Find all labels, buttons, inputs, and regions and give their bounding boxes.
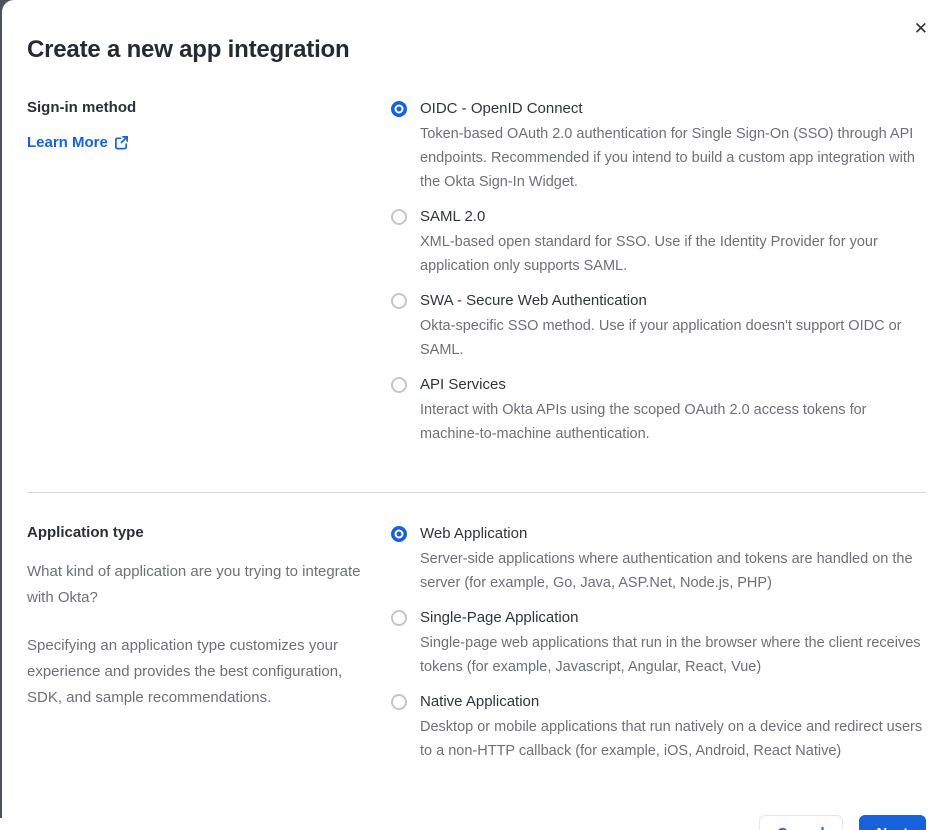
section-divider: [27, 492, 926, 493]
application-type-options: Web Application Server-side applications…: [391, 523, 926, 775]
application-type-note: Specifying an application type customize…: [27, 637, 343, 706]
option-description: Interact with Okta APIs using the scoped…: [420, 402, 867, 442]
option-description: Single-page web applications that run in…: [420, 635, 921, 675]
application-type-heading: Application type: [27, 524, 144, 541]
option-text: Native Application Desktop or mobile app…: [420, 691, 926, 763]
learn-more-link[interactable]: Learn More: [27, 134, 129, 151]
option-label: Web Application: [420, 525, 528, 542]
next-button[interactable]: Next: [858, 815, 926, 830]
radio-option-oidc[interactable]: OIDC - OpenID Connect Token-based OAuth …: [391, 98, 926, 194]
radio-selected-icon[interactable]: [391, 526, 407, 542]
option-label: OIDC - OpenID Connect: [420, 100, 583, 117]
radio-option-saml[interactable]: SAML 2.0 XML-based open standard for SSO…: [391, 206, 926, 278]
option-label: Single-Page Application: [420, 609, 579, 626]
option-label: SAML 2.0: [420, 208, 486, 225]
option-text: Single-Page Application Single-page web …: [420, 607, 926, 679]
option-label: SWA - Secure Web Authentication: [420, 292, 647, 309]
option-text: Web Application Server-side applications…: [420, 523, 926, 595]
option-text: SWA - Secure Web Authentication Okta-spe…: [420, 290, 926, 362]
radio-selected-icon[interactable]: [391, 101, 407, 117]
signin-method-section: Sign-in method Learn More OIDC - OpenID …: [27, 98, 926, 458]
radio-unselected-icon[interactable]: [391, 293, 407, 309]
option-text: OIDC - OpenID Connect Token-based OAuth …: [420, 98, 926, 194]
application-type-left-column: Application type What kind of applicatio…: [27, 523, 391, 711]
application-type-intro: What kind of application are you trying …: [27, 563, 361, 606]
page-title: Create a new app integration: [27, 36, 350, 63]
option-label: API Services: [420, 376, 506, 393]
cancel-button[interactable]: Cancel: [759, 815, 843, 830]
option-text: SAML 2.0 XML-based open standard for SSO…: [420, 206, 926, 278]
close-icon[interactable]: ✕: [914, 20, 928, 37]
radio-unselected-icon[interactable]: [391, 694, 407, 710]
radio-option-swa[interactable]: SWA - Secure Web Authentication Okta-spe…: [391, 290, 926, 362]
learn-more-label: Learn More: [27, 134, 108, 151]
application-type-section: Application type What kind of applicatio…: [27, 523, 926, 775]
radio-unselected-icon[interactable]: [391, 610, 407, 626]
option-text: API Services Interact with Okta APIs usi…: [420, 374, 926, 446]
option-label: Native Application: [420, 693, 540, 710]
option-description: XML-based open standard for SSO. Use if …: [420, 234, 878, 274]
create-app-integration-modal: ✕ Create a new app integration Sign-in m…: [2, 0, 950, 830]
signin-method-heading: Sign-in method: [27, 99, 137, 116]
option-description: Okta-specific SSO method. Use if your ap…: [420, 318, 902, 358]
option-description: Desktop or mobile applications that run …: [420, 719, 923, 759]
radio-option-api-services[interactable]: API Services Interact with Okta APIs usi…: [391, 374, 926, 446]
signin-method-left-column: Sign-in method Learn More: [27, 98, 391, 152]
option-description: Server-side applications where authentic…: [420, 551, 913, 591]
signin-method-options: OIDC - OpenID Connect Token-based OAuth …: [391, 98, 926, 458]
radio-unselected-icon[interactable]: [391, 209, 407, 225]
radio-unselected-icon[interactable]: [391, 377, 407, 393]
radio-option-native-application[interactable]: Native Application Desktop or mobile app…: [391, 691, 926, 763]
modal-footer: Cancel Next: [27, 815, 926, 830]
radio-option-web-application[interactable]: Web Application Server-side applications…: [391, 523, 926, 595]
external-link-icon: [114, 135, 129, 150]
radio-option-single-page-application[interactable]: Single-Page Application Single-page web …: [391, 607, 926, 679]
option-description: Token-based OAuth 2.0 authentication for…: [420, 126, 915, 190]
